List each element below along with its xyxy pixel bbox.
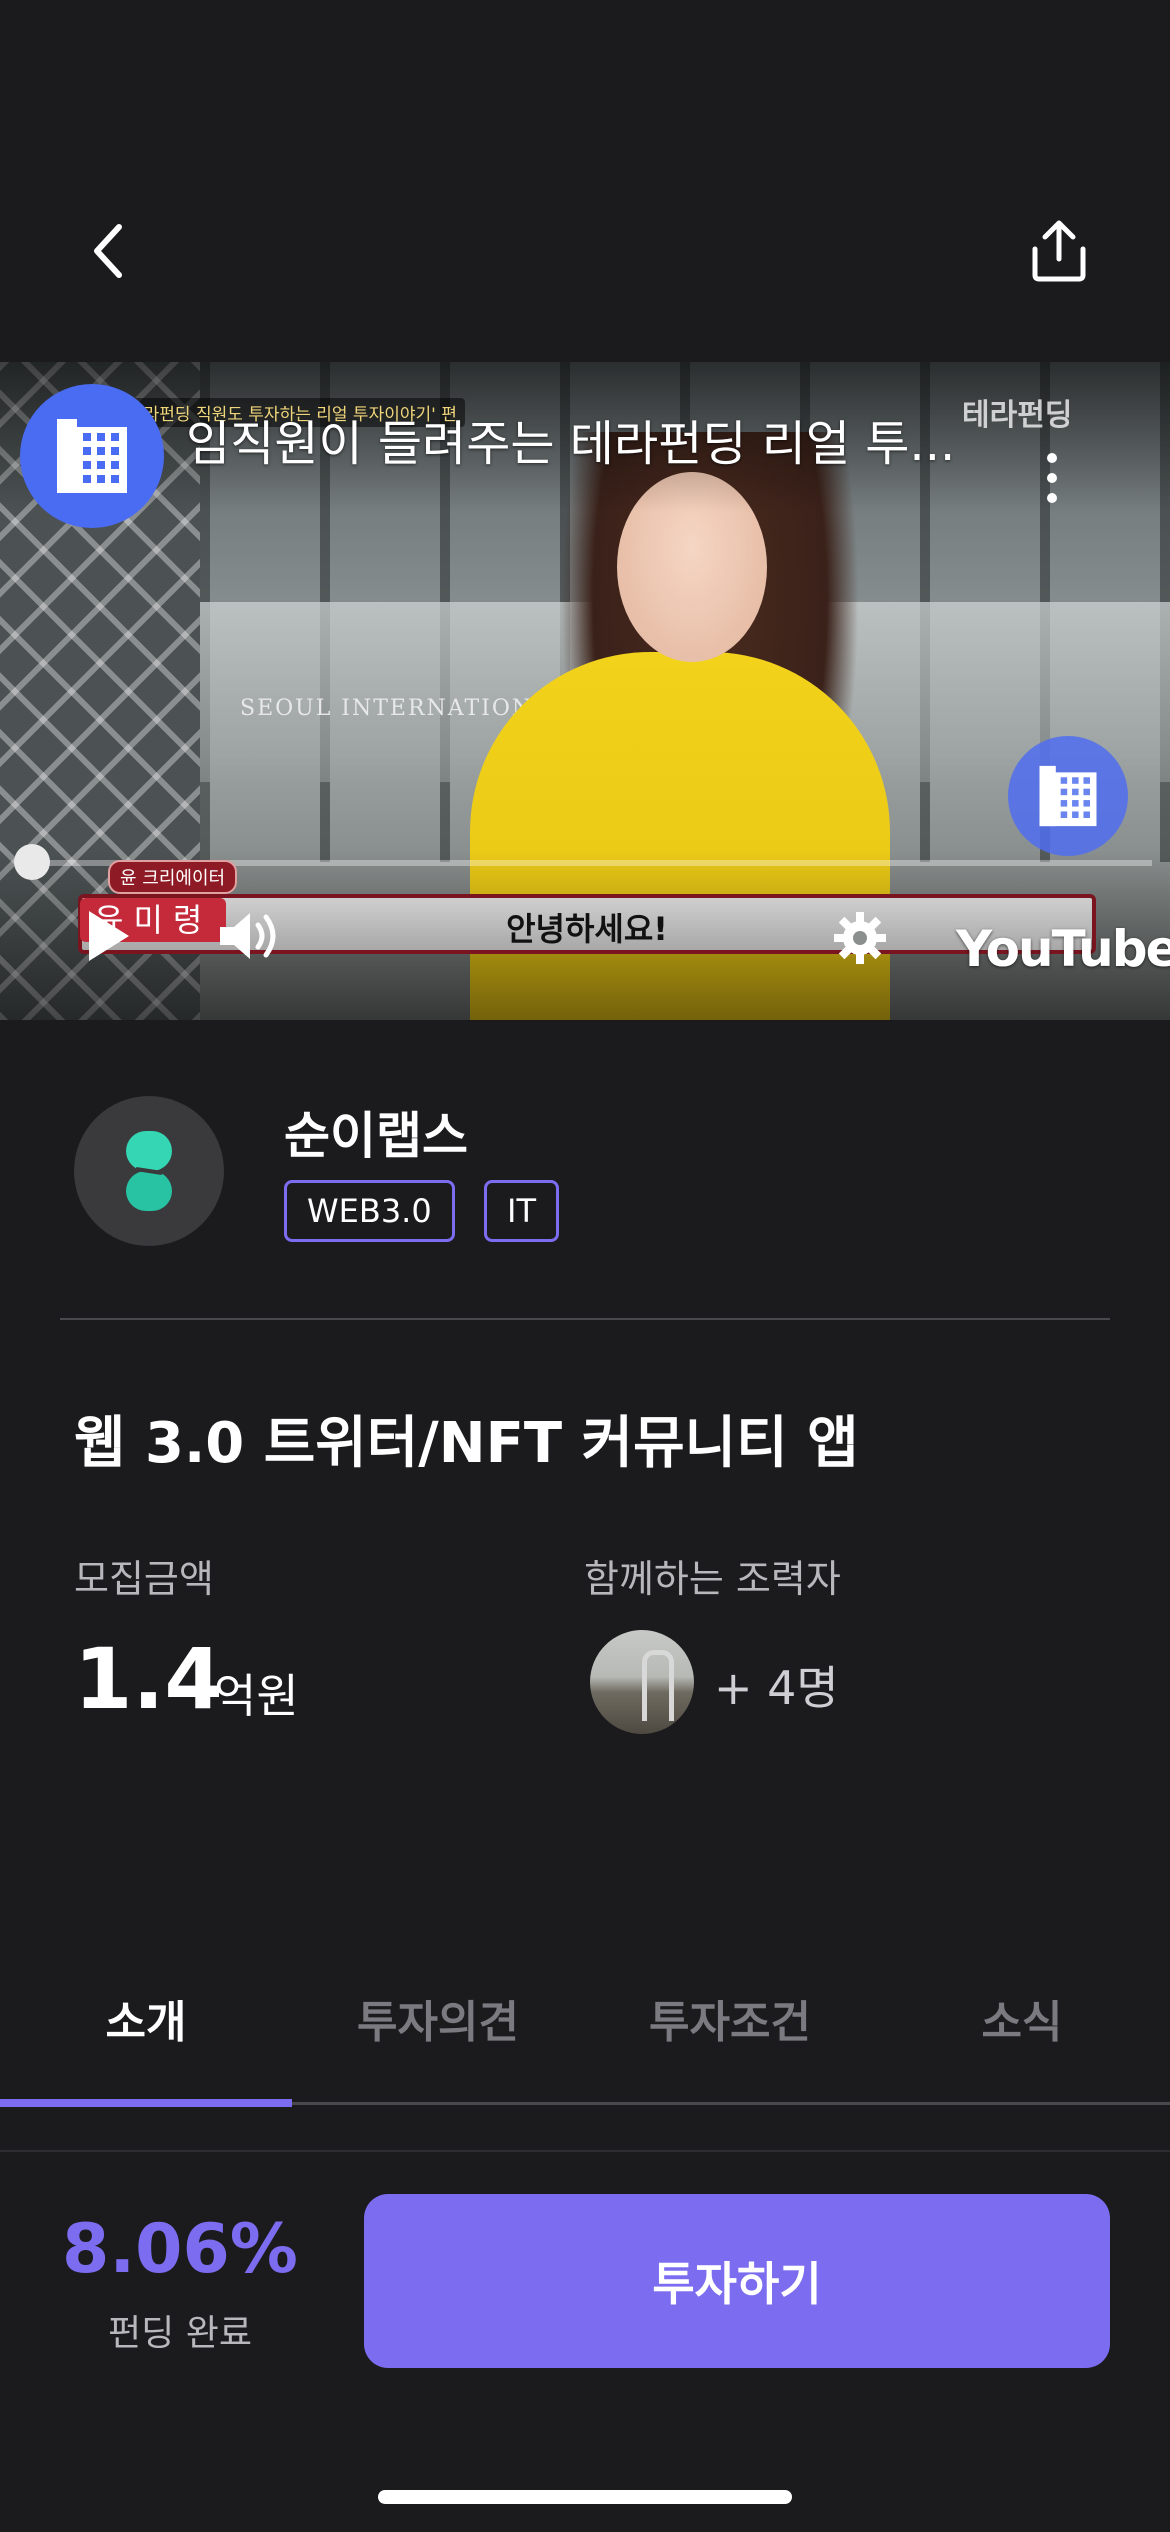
volume-icon xyxy=(220,913,276,959)
play-icon xyxy=(89,911,129,961)
amount-value: 1.4 xyxy=(74,1630,223,1728)
video-title[interactable]: 임직원이 들려주는 테라펀딩 리얼 투... xyxy=(186,404,986,474)
gear-icon xyxy=(834,912,886,964)
more-dots-icon xyxy=(1047,453,1057,463)
video-player[interactable]: SEOUL INTERNATIONAL 테라펀딩 직원도 투자하는 리얼 투자이… xyxy=(0,362,1170,1020)
building-logo-icon xyxy=(57,419,127,493)
project-title: 웹 3.0 트위터/NFT 커뮤니티 앱 xyxy=(74,1411,859,1476)
tab-news[interactable]: 소식 xyxy=(876,1986,1168,2050)
section-divider xyxy=(60,1318,1110,1320)
active-tab-indicator xyxy=(0,2099,292,2107)
youtube-logo[interactable]: YouTube xyxy=(956,920,1170,978)
home-indicator[interactable] xyxy=(378,2490,792,2504)
speaker-role: 윤 크리에이터 xyxy=(108,860,238,894)
play-button[interactable] xyxy=(78,906,138,966)
tab-investment-terms[interactable]: 투자조건 xyxy=(584,1986,876,2050)
tab-investment-opinion[interactable]: 투자의견 xyxy=(292,1986,584,2050)
company-logo xyxy=(74,1096,224,1246)
building-logo-icon xyxy=(1039,765,1097,827)
tab-intro[interactable]: 소개 xyxy=(0,1986,292,2050)
video-progress-handle[interactable] xyxy=(14,844,50,880)
amount-label: 모집금액 xyxy=(74,1557,214,1601)
tag-web3[interactable]: WEB3.0 xyxy=(284,1180,455,1242)
supporters-label: 함께하는 조력자 xyxy=(584,1557,841,1601)
funding-status-label: 펀딩 완료 xyxy=(108,2313,252,2354)
company-name[interactable]: 순이랩스 xyxy=(284,1096,468,1168)
channel-watermark-logo xyxy=(1008,736,1128,856)
back-button[interactable] xyxy=(54,196,164,306)
chevron-left-icon xyxy=(94,224,122,278)
brand-watermark: 테라펀딩 xyxy=(962,398,1073,433)
settings-button[interactable] xyxy=(828,906,892,970)
amount-unit: 억원 xyxy=(214,1669,299,1723)
more-options-button[interactable] xyxy=(1030,438,1074,518)
content-separator xyxy=(0,2150,1170,2152)
channel-logo[interactable] xyxy=(20,384,164,528)
tag-it[interactable]: IT xyxy=(484,1180,559,1242)
supporter-avatar[interactable] xyxy=(590,1630,694,1734)
share-icon xyxy=(1032,220,1086,282)
invest-button[interactable]: 투자하기 xyxy=(364,2194,1110,2368)
company-logo-icon xyxy=(126,1131,172,1211)
funding-percent: 8.06% xyxy=(62,2210,298,2289)
avatar-image xyxy=(642,1650,674,1721)
supporters-count[interactable]: + 4명 xyxy=(714,1652,839,1718)
share-button[interactable] xyxy=(1004,196,1114,306)
volume-button[interactable] xyxy=(214,906,284,966)
